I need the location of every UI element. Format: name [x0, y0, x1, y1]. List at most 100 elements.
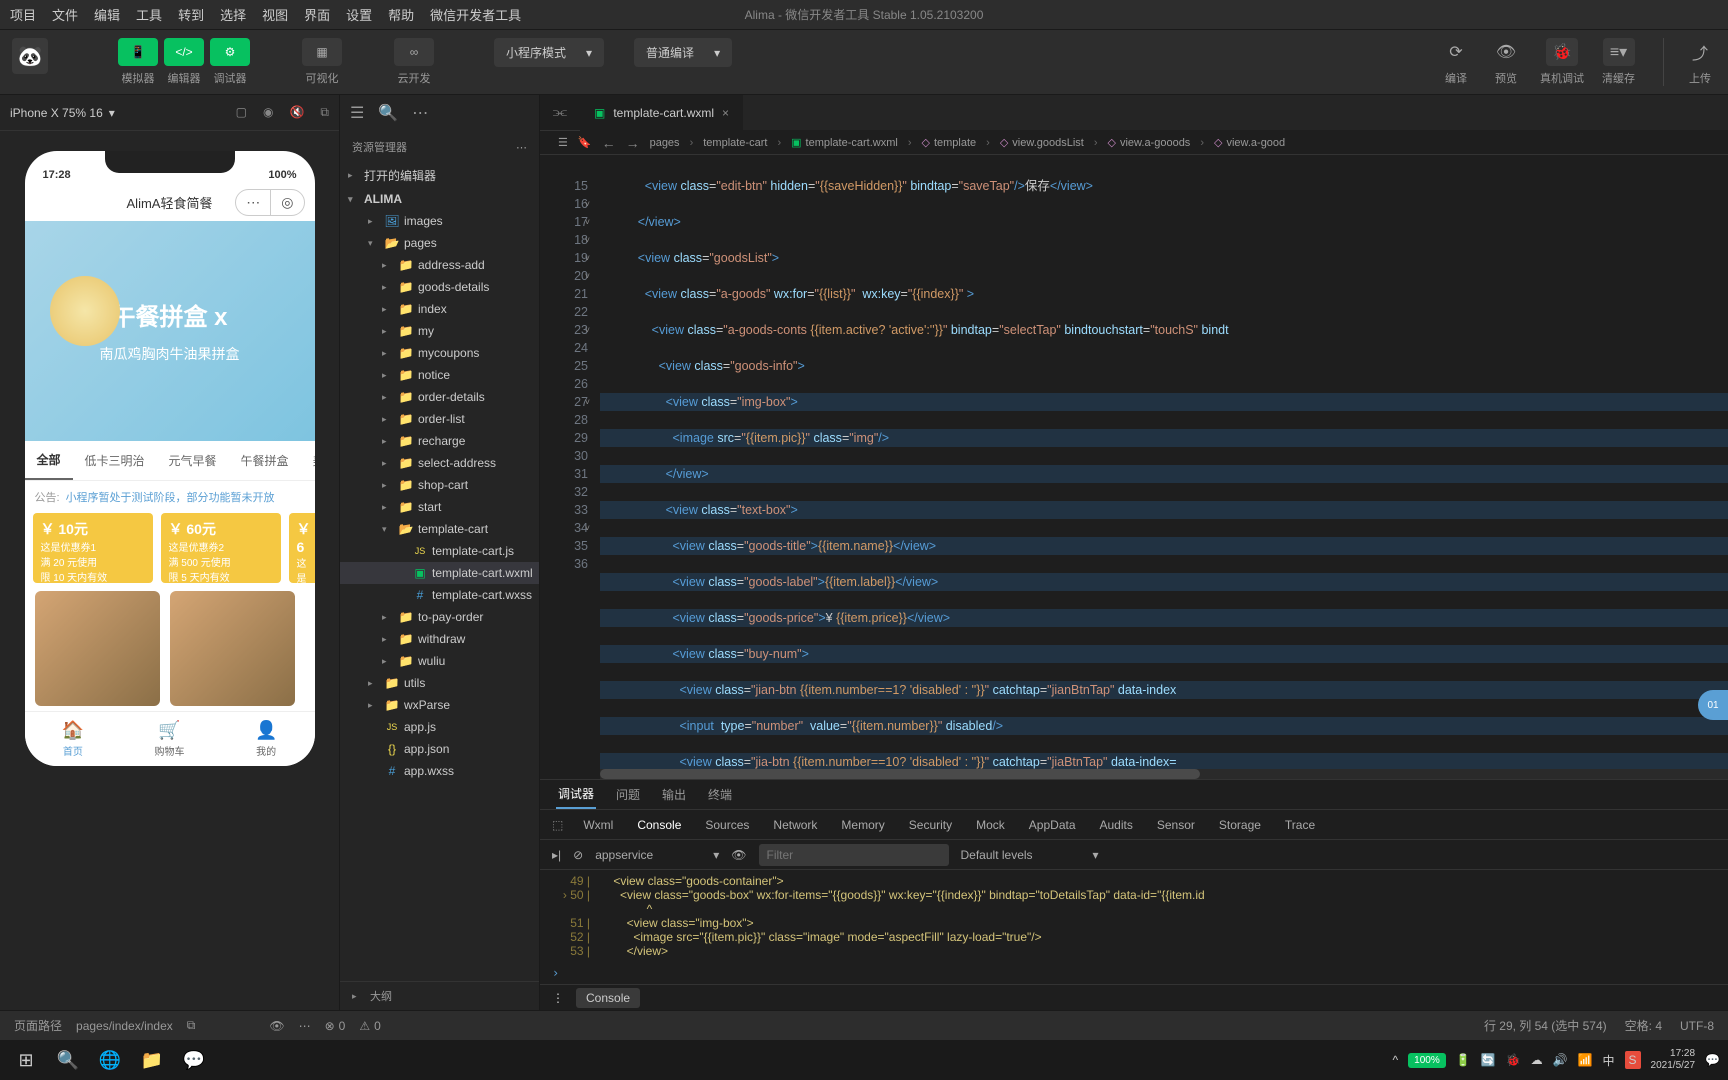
- devtools-storage[interactable]: Storage: [1215, 818, 1265, 832]
- breadcrumb-item[interactable]: ◇ view.a-good: [1214, 136, 1285, 149]
- tray-sogou-icon[interactable]: S: [1625, 1051, 1641, 1069]
- debug-tab-output[interactable]: 输出: [660, 786, 688, 803]
- cloud-dev[interactable]: ∞: [394, 38, 434, 66]
- devtools-console[interactable]: Console: [633, 818, 685, 832]
- tray-bug-icon[interactable]: 🐞: [1506, 1053, 1521, 1067]
- console-levels-dropdown[interactable]: Default levels▾: [961, 848, 1099, 862]
- horizontal-scrollbar[interactable]: [600, 769, 1728, 779]
- folder-item[interactable]: ▸📁notice: [340, 364, 539, 386]
- bookmark-icon[interactable]: 🔖: [578, 136, 592, 149]
- coupon-item[interactable]: ￥ 10元 这是优惠券1 满 20 元使用 限 10 天内有效: [33, 513, 153, 583]
- folder-item[interactable]: ▸📁address-add: [340, 254, 539, 276]
- console-eye-icon[interactable]: 👁: [731, 848, 746, 862]
- file-item[interactable]: #app.wxss: [340, 760, 539, 782]
- list-icon[interactable]: ☰: [350, 103, 364, 123]
- indent-setting[interactable]: 空格: 4: [1625, 1017, 1662, 1034]
- debugger-toggle[interactable]: ⚙: [210, 38, 250, 66]
- breadcrumb-item[interactable]: template-cart: [703, 137, 767, 149]
- folder-item[interactable]: ▸📁wuliu: [340, 650, 539, 672]
- folder-item[interactable]: ▸📁withdraw: [340, 628, 539, 650]
- menu-settings[interactable]: 设置: [346, 5, 372, 24]
- debug-tab-terminal[interactable]: 终端: [706, 786, 734, 803]
- nav-back-icon[interactable]: ←: [602, 135, 616, 151]
- devtools-memory[interactable]: Memory: [837, 818, 888, 832]
- coupon-item[interactable]: ￥ 6 这是 202: [289, 513, 315, 583]
- visual-toggle[interactable]: ▦: [302, 38, 342, 66]
- folder-item[interactable]: ▸📁mycoupons: [340, 342, 539, 364]
- folder-item[interactable]: ▸🖼images: [340, 210, 539, 232]
- clear-cache-button[interactable]: ≡▾: [1603, 38, 1635, 66]
- capsule-close[interactable]: ◎: [271, 190, 303, 215]
- coupon-item[interactable]: ￥ 60元 这是优惠券2 满 500 元使用 限 5 天内有效: [161, 513, 281, 583]
- float-badge[interactable]: 01: [1698, 690, 1728, 720]
- upload-button[interactable]: ⤴: [1684, 38, 1716, 66]
- root-folder[interactable]: ▾ALIMA: [340, 188, 539, 210]
- wechat-icon[interactable]: 💬: [176, 1044, 212, 1076]
- page-path[interactable]: pages/index/index: [76, 1019, 173, 1033]
- devtools-mock[interactable]: Mock: [972, 818, 1009, 832]
- capsule-menu[interactable]: ⋯: [236, 190, 271, 215]
- debug-tab-debugger[interactable]: 调试器: [556, 780, 596, 809]
- folder-item[interactable]: ▸📁order-details: [340, 386, 539, 408]
- mode-dropdown[interactable]: 小程序模式▾: [494, 38, 604, 67]
- folder-item[interactable]: ▸📁start: [340, 496, 539, 518]
- console-toggle-icon[interactable]: ▸|: [552, 848, 561, 862]
- outline-section[interactable]: ▸大纲: [340, 981, 539, 1010]
- menu-goto[interactable]: 转到: [178, 5, 204, 24]
- eye-icon[interactable]: 👁: [269, 1019, 284, 1033]
- more-status-icon[interactable]: ⋯: [299, 1019, 311, 1033]
- tray-battery-icon[interactable]: 🔋: [1456, 1053, 1471, 1067]
- breadcrumb-item[interactable]: ▣ template-cart.wxml: [791, 136, 898, 149]
- folder-item[interactable]: ▸📁utils: [340, 672, 539, 694]
- folder-item[interactable]: ▸📁wxParse: [340, 694, 539, 716]
- tabbar-my[interactable]: 👤 我的: [218, 712, 315, 766]
- console-context-dropdown[interactable]: appservice▾: [595, 848, 719, 862]
- file-item[interactable]: ▣template-cart.wxml: [340, 562, 539, 584]
- folder-item[interactable]: ▸📁select-address: [340, 452, 539, 474]
- error-count[interactable]: ⊗ 0: [325, 1019, 346, 1033]
- goods-item[interactable]: [170, 591, 295, 706]
- cursor-position[interactable]: 行 29, 列 54 (选中 574): [1484, 1017, 1607, 1034]
- mute-icon[interactable]: 🔇: [289, 105, 304, 120]
- more-icon[interactable]: ⋯: [412, 103, 428, 123]
- menu-view[interactable]: 视图: [262, 5, 288, 24]
- editor-tab[interactable]: ▣ template-cart.wxml ×: [580, 95, 744, 130]
- devtools-network[interactable]: Network: [769, 818, 821, 832]
- record-icon[interactable]: ◉: [263, 105, 273, 120]
- folder-item[interactable]: ▸📁to-pay-order: [340, 606, 539, 628]
- menu-edit[interactable]: 编辑: [94, 5, 120, 24]
- console-clear-icon[interactable]: ⊘: [573, 848, 583, 862]
- remote-debug-button[interactable]: 🐞: [1546, 38, 1578, 66]
- hero-banner[interactable]: 午餐拼盒 x 南瓜鸡胸肉牛油果拼盒: [25, 221, 315, 441]
- menu-devtools[interactable]: 微信开发者工具: [430, 5, 521, 24]
- menu-tools[interactable]: 工具: [136, 5, 162, 24]
- editor-toggle[interactable]: </>: [164, 38, 204, 66]
- breadcrumb-item[interactable]: ◇ view.a-gooods: [1108, 136, 1191, 149]
- explorer-more-icon[interactable]: ⋯: [516, 141, 527, 154]
- tray-sync-icon[interactable]: 🔄: [1481, 1053, 1496, 1067]
- menu-interface[interactable]: 界面: [304, 5, 330, 24]
- tab-all[interactable]: 全部: [25, 441, 73, 480]
- split-editor-icon[interactable]: ⫘: [553, 104, 567, 122]
- devtools-audits[interactable]: Audits: [1096, 818, 1137, 832]
- devtools-security[interactable]: Security: [905, 818, 956, 832]
- copy-icon[interactable]: ⧉: [187, 1018, 196, 1033]
- notification-icon[interactable]: 💬: [1705, 1053, 1720, 1067]
- devtools-sources[interactable]: Sources: [701, 818, 753, 832]
- start-button[interactable]: ⊞: [8, 1044, 44, 1076]
- tabbar-cart[interactable]: 🛒 购物车: [121, 712, 218, 766]
- tab-lunch[interactable]: 午餐拼盒: [229, 452, 301, 469]
- tabbar-home[interactable]: 🏠 首页: [25, 712, 122, 766]
- menu-select[interactable]: 选择: [220, 5, 246, 24]
- tray-ime-icon[interactable]: 中: [1603, 1052, 1615, 1069]
- simulator-toggle[interactable]: 📱: [118, 38, 158, 66]
- file-item[interactable]: JSapp.js: [340, 716, 539, 738]
- screenshot-icon[interactable]: ▢: [236, 105, 247, 120]
- compile-dropdown[interactable]: 普通编译▾: [634, 38, 732, 67]
- code-content[interactable]: <view class="edit-btn" hidden="{{saveHid…: [600, 155, 1728, 779]
- close-icon[interactable]: ×: [722, 106, 729, 120]
- folder-item[interactable]: ▸📁recharge: [340, 430, 539, 452]
- menu-file[interactable]: 文件: [52, 5, 78, 24]
- debug-tab-problems[interactable]: 问题: [614, 786, 642, 803]
- folder-item[interactable]: ▾📂pages: [340, 232, 539, 254]
